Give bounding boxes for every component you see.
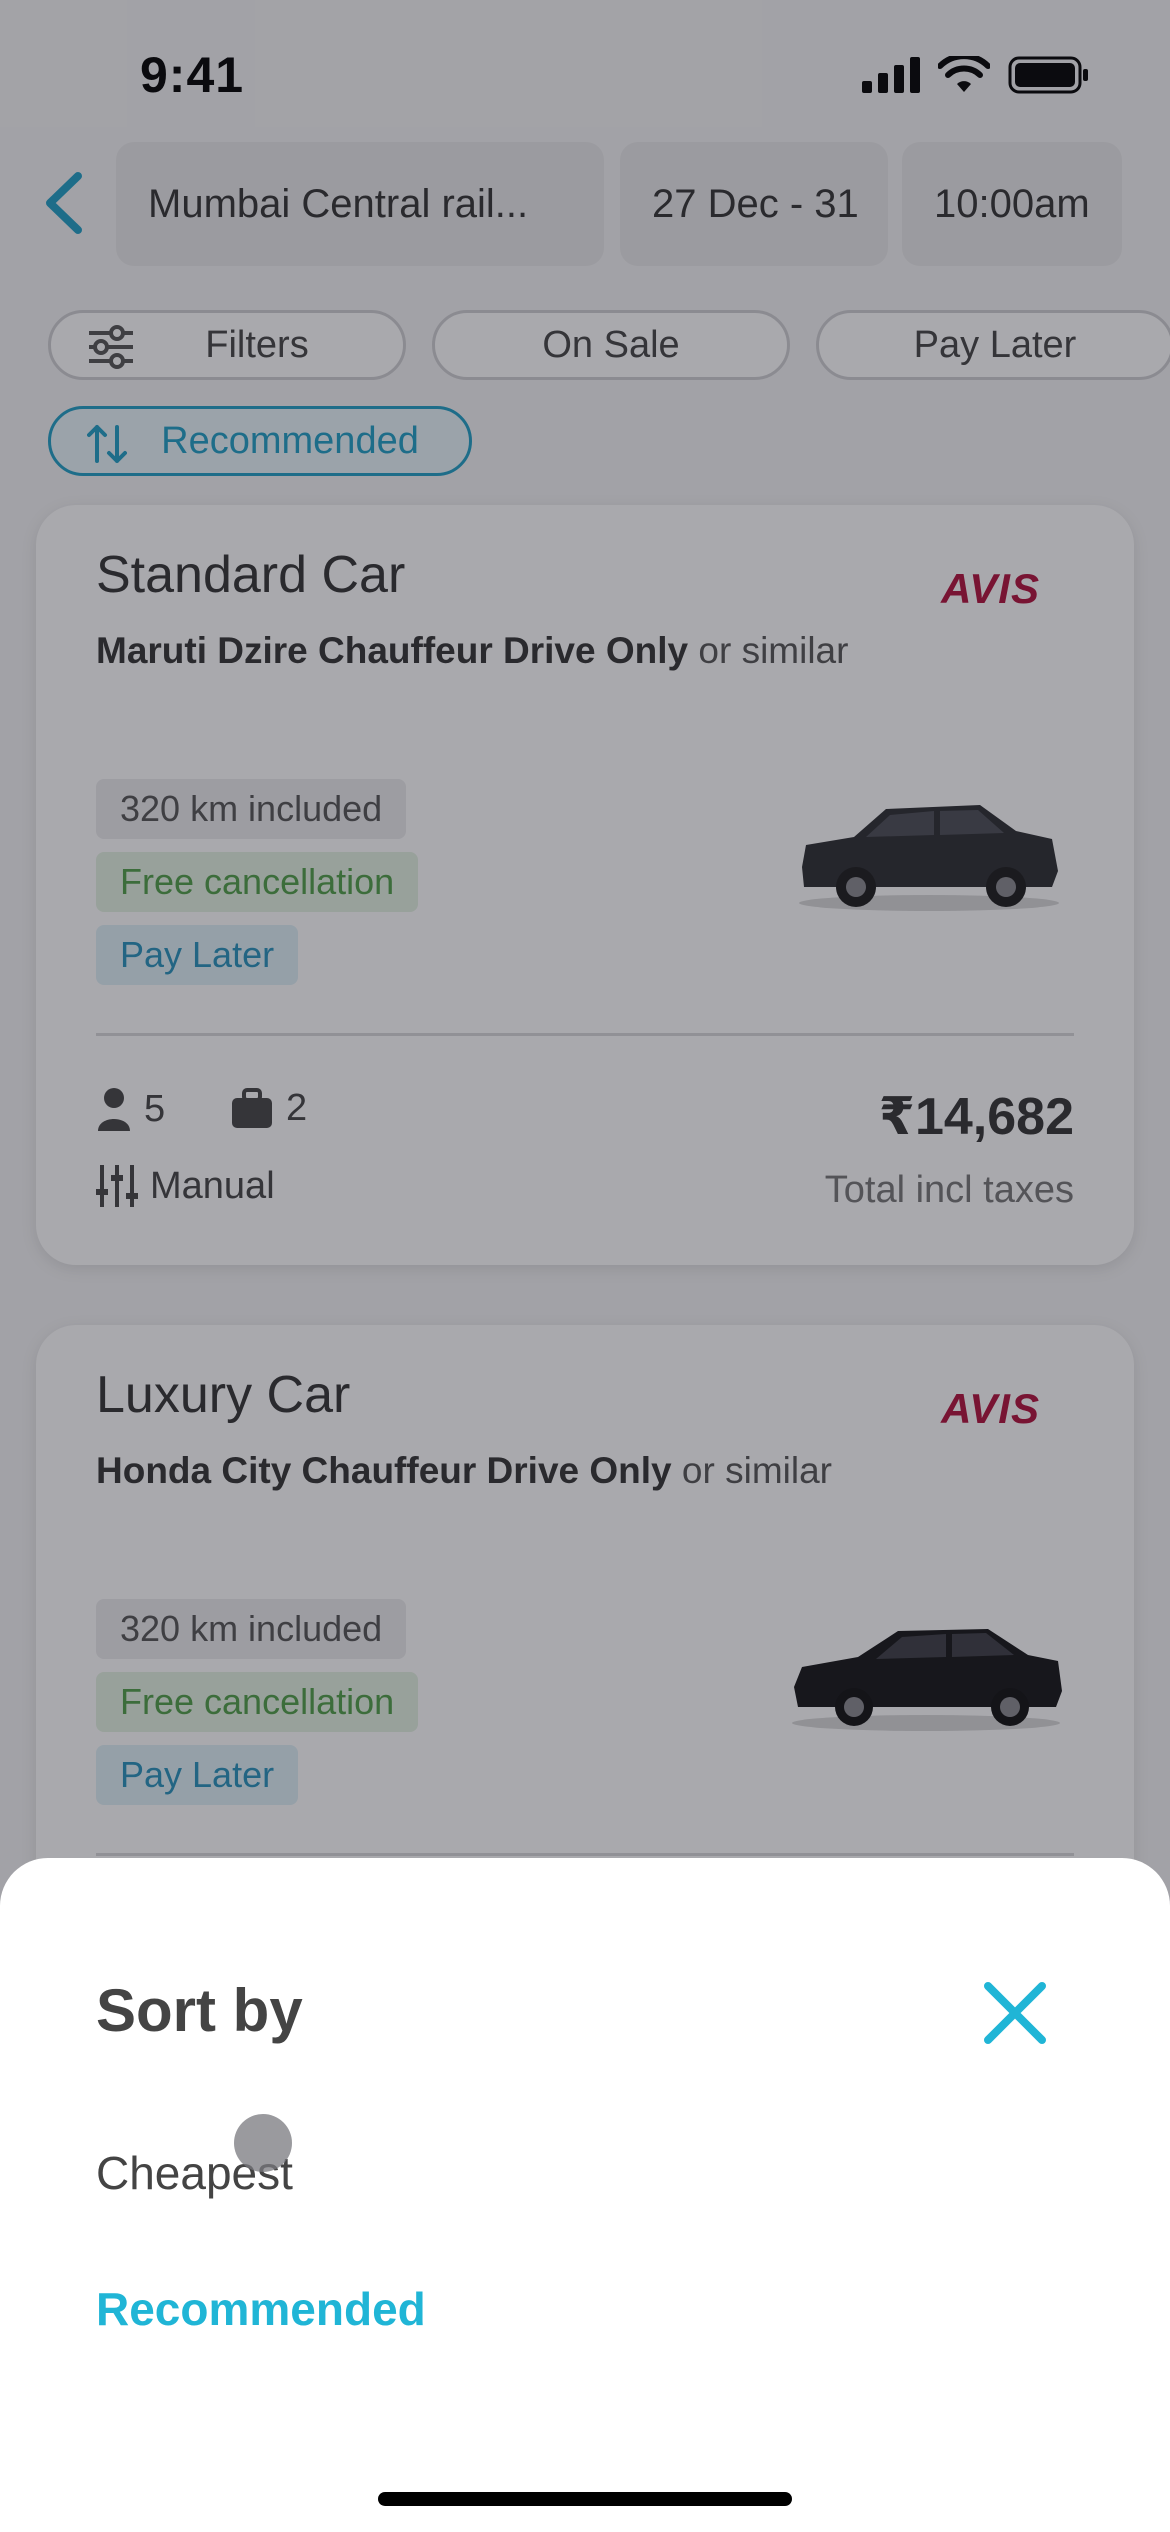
sort-option-recommended[interactable]: Recommended bbox=[96, 2282, 426, 2336]
home-indicator[interactable] bbox=[378, 2492, 792, 2506]
sort-by-sheet: Sort by Cheapest Recommended bbox=[0, 1858, 1170, 2532]
close-icon[interactable] bbox=[980, 1978, 1050, 2048]
sheet-title: Sort by bbox=[96, 1977, 303, 2044]
touch-indicator bbox=[234, 2114, 292, 2172]
